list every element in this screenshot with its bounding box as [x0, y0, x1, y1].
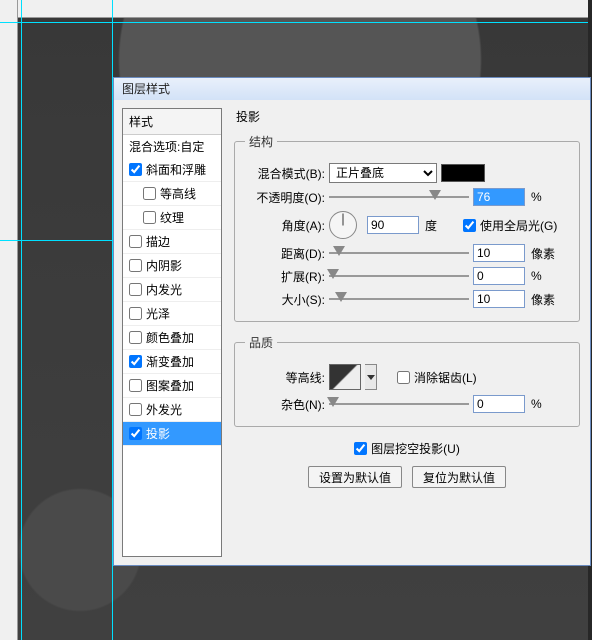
distance-input[interactable]	[473, 244, 525, 262]
angle-input[interactable]	[367, 216, 419, 234]
quality-group: 品质 等高线: 消除锯齿(L) 杂色(N): %	[234, 334, 580, 427]
style-checkbox[interactable]	[129, 403, 142, 416]
contour-thumb[interactable]	[329, 364, 361, 390]
style-label: 内发光	[146, 281, 182, 298]
style-list: 样式 混合选项:自定 斜面和浮雕等高线纹理描边内阴影内发光光泽颜色叠加渐变叠加图…	[122, 108, 222, 557]
style-item-bevel[interactable]: 斜面和浮雕	[123, 158, 221, 182]
style-label: 投影	[146, 425, 170, 442]
layer-style-dialog: 图层样式 样式 混合选项:自定 斜面和浮雕等高线纹理描边内阴影内发光光泽颜色叠加…	[113, 77, 591, 566]
knockout-checkbox[interactable]: 图层挖空投影(U)	[354, 440, 460, 457]
style-checkbox[interactable]	[129, 259, 142, 272]
style-checkbox[interactable]	[129, 379, 142, 392]
angle-label: 角度(A):	[245, 217, 325, 234]
style-item-stroke[interactable]: 描边	[123, 230, 221, 254]
size-input[interactable]	[473, 290, 525, 308]
style-checkbox[interactable]	[129, 307, 142, 320]
style-label: 外发光	[146, 401, 182, 418]
noise-unit: %	[531, 397, 561, 411]
size-label: 大小(S):	[245, 291, 325, 308]
antialias-checkbox[interactable]: 消除锯齿(L)	[397, 369, 477, 386]
style-item-innerglow[interactable]: 内发光	[123, 278, 221, 302]
guide-vertical[interactable]	[21, 0, 22, 640]
spread-unit: %	[531, 269, 561, 283]
spread-label: 扩展(R):	[245, 268, 325, 285]
opacity-unit: %	[531, 190, 561, 204]
style-item-texture[interactable]: 纹理	[123, 206, 221, 230]
style-item-coloroverlay[interactable]: 颜色叠加	[123, 326, 221, 350]
style-label: 图案叠加	[146, 377, 194, 394]
style-list-header[interactable]: 样式	[123, 109, 221, 135]
angle-unit: 度	[425, 217, 455, 234]
structure-group: 结构 混合模式(B): 正片叠底 不透明度(O): % 角度(A):	[234, 133, 580, 322]
style-label: 描边	[146, 233, 170, 250]
make-default-button[interactable]: 设置为默认值	[308, 466, 402, 488]
blend-mode-label: 混合模式(B):	[245, 165, 325, 182]
opacity-input[interactable]	[473, 188, 525, 206]
style-label: 等高线	[160, 185, 196, 202]
distance-unit: 像素	[531, 245, 561, 262]
style-checkbox[interactable]	[129, 283, 142, 296]
drop-shadow-panel: 投影 结构 混合模式(B): 正片叠底 不透明度(O): %	[232, 108, 582, 557]
blend-mode-select[interactable]: 正片叠底	[329, 163, 437, 183]
guide-horizontal[interactable]	[0, 22, 592, 23]
style-item-contour[interactable]: 等高线	[123, 182, 221, 206]
opacity-slider[interactable]	[329, 190, 469, 204]
antialias-input[interactable]	[397, 371, 410, 384]
dialog-title[interactable]: 图层样式	[114, 78, 590, 100]
style-label: 纹理	[160, 209, 184, 226]
size-unit: 像素	[531, 291, 561, 308]
ruler-vertical	[0, 0, 18, 640]
noise-slider[interactable]	[329, 397, 469, 411]
list-label: 混合选项:自定	[129, 138, 204, 155]
style-checkbox[interactable]	[129, 427, 142, 440]
reset-default-button[interactable]: 复位为默认值	[412, 466, 506, 488]
knockout-input[interactable]	[354, 442, 367, 455]
spread-input[interactable]	[473, 267, 525, 285]
panel-title: 投影	[232, 108, 582, 129]
spread-slider[interactable]	[329, 269, 469, 283]
style-blend-options[interactable]: 混合选项:自定	[123, 135, 221, 158]
noise-input[interactable]	[473, 395, 525, 413]
knockout-label: 图层挖空投影(U)	[371, 440, 460, 457]
chevron-down-icon	[367, 375, 375, 380]
size-slider[interactable]	[329, 292, 469, 306]
style-label: 内阴影	[146, 257, 182, 274]
shadow-color-swatch[interactable]	[441, 164, 485, 182]
style-label: 斜面和浮雕	[146, 161, 206, 178]
style-item-innershadow[interactable]: 内阴影	[123, 254, 221, 278]
style-checkbox[interactable]	[143, 187, 156, 200]
antialias-label: 消除锯齿(L)	[414, 369, 477, 386]
noise-label: 杂色(N):	[245, 396, 325, 413]
distance-label: 距离(D):	[245, 245, 325, 262]
style-label: 颜色叠加	[146, 329, 194, 346]
angle-dial[interactable]	[329, 211, 357, 239]
style-checkbox[interactable]	[129, 331, 142, 344]
global-light-input[interactable]	[463, 219, 476, 232]
contour-label: 等高线:	[245, 369, 325, 386]
style-label: 光泽	[146, 305, 170, 322]
style-checkbox[interactable]	[143, 211, 156, 224]
global-light-label: 使用全局光(G)	[480, 217, 557, 234]
style-checkbox[interactable]	[129, 355, 142, 368]
style-item-satin[interactable]: 光泽	[123, 302, 221, 326]
style-item-dropshadow[interactable]: 投影	[123, 422, 221, 446]
style-item-outerglow[interactable]: 外发光	[123, 398, 221, 422]
dialog-body: 样式 混合选项:自定 斜面和浮雕等高线纹理描边内阴影内发光光泽颜色叠加渐变叠加图…	[114, 100, 590, 565]
contour-dropdown[interactable]	[365, 364, 377, 390]
global-light-checkbox[interactable]: 使用全局光(G)	[463, 217, 557, 234]
ruler-horizontal	[0, 0, 592, 18]
structure-legend: 结构	[245, 133, 277, 150]
style-label: 渐变叠加	[146, 353, 194, 370]
style-checkbox[interactable]	[129, 235, 142, 248]
quality-legend: 品质	[245, 334, 277, 351]
style-checkbox[interactable]	[129, 163, 142, 176]
opacity-label: 不透明度(O):	[245, 189, 325, 206]
distance-slider[interactable]	[329, 246, 469, 260]
style-item-gradoverlay[interactable]: 渐变叠加	[123, 350, 221, 374]
style-item-patoverlay[interactable]: 图案叠加	[123, 374, 221, 398]
